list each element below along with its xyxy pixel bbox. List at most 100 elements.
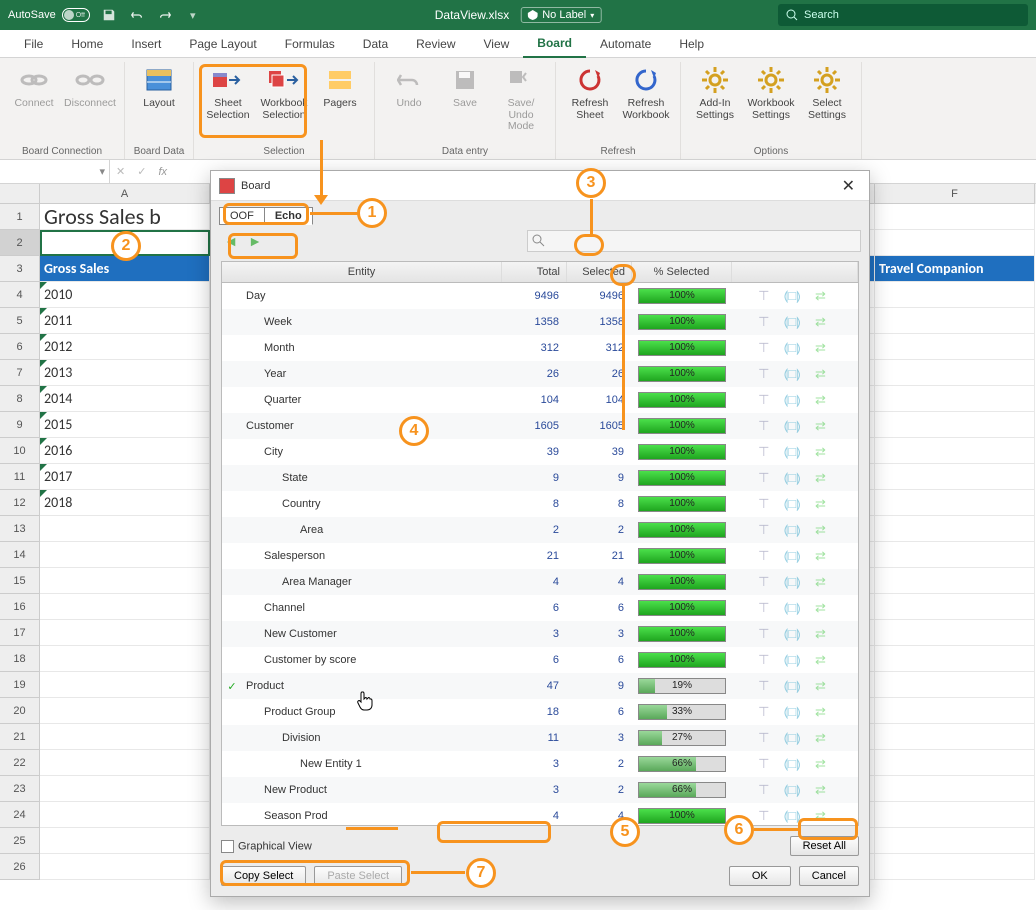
save-icon[interactable] bbox=[100, 6, 118, 24]
pin-icon[interactable]: ⊤ bbox=[758, 782, 769, 798]
cell-a14[interactable] bbox=[40, 542, 210, 568]
pin-icon[interactable]: ⊤ bbox=[758, 600, 769, 616]
sync-icon[interactable]: ⇄ bbox=[815, 678, 826, 694]
sync-icon[interactable]: ⇄ bbox=[815, 626, 826, 642]
sync-icon[interactable]: ⇄ bbox=[815, 782, 826, 798]
row-header-5[interactable]: 5 bbox=[0, 308, 40, 334]
entity-search[interactable] bbox=[527, 230, 861, 252]
entity-row-quarter[interactable]: Quarter104104100%⊤⟬□⟭⇄ bbox=[222, 387, 858, 413]
screen-icon[interactable]: ⟬□⟭ bbox=[783, 288, 800, 304]
row-header-17[interactable]: 17 bbox=[0, 620, 40, 646]
entity-row-customer-by-score[interactable]: Customer by score66100%⊤⟬□⟭⇄ bbox=[222, 647, 858, 673]
entity-row-area[interactable]: Area22100%⊤⟬□⟭⇄ bbox=[222, 517, 858, 543]
pin-icon[interactable]: ⊤ bbox=[758, 808, 769, 824]
entity-row-new-customer[interactable]: New Customer33100%⊤⟬□⟭⇄ bbox=[222, 621, 858, 647]
row-header-2[interactable]: 2 bbox=[0, 230, 40, 256]
sync-icon[interactable]: ⇄ bbox=[815, 444, 826, 460]
cell-a8[interactable]: 2014 bbox=[40, 386, 210, 412]
entity-row-product-group[interactable]: Product Group18633%⊤⟬□⟭⇄ bbox=[222, 699, 858, 725]
pin-icon[interactable]: ⊤ bbox=[758, 522, 769, 538]
tab-insert[interactable]: Insert bbox=[117, 30, 175, 58]
row-header-19[interactable]: 19 bbox=[0, 672, 40, 698]
entity-row-new-entity-1[interactable]: New Entity 13266%⊤⟬□⟭⇄ bbox=[222, 751, 858, 777]
row-header-25[interactable]: 25 bbox=[0, 828, 40, 854]
sync-icon[interactable]: ⇄ bbox=[815, 574, 826, 590]
screen-icon[interactable]: ⟬□⟭ bbox=[783, 600, 800, 616]
screen-icon[interactable]: ⟬□⟭ bbox=[783, 444, 800, 460]
screen-icon[interactable]: ⟬□⟭ bbox=[783, 496, 800, 512]
cell-a20[interactable] bbox=[40, 698, 210, 724]
fx-icon[interactable]: fx bbox=[152, 166, 173, 178]
undo-icon[interactable] bbox=[128, 6, 146, 24]
sync-icon[interactable]: ⇄ bbox=[815, 652, 826, 668]
pin-icon[interactable]: ⊤ bbox=[758, 366, 769, 382]
cell-a13[interactable] bbox=[40, 516, 210, 542]
tab-home[interactable]: Home bbox=[57, 30, 117, 58]
refresh-sheet-button[interactable]: RefreshSheet bbox=[562, 62, 618, 123]
cell-a22[interactable] bbox=[40, 750, 210, 776]
row-header-12[interactable]: 12 bbox=[0, 490, 40, 516]
cell-a12[interactable]: 2018 bbox=[40, 490, 210, 516]
sync-icon[interactable]: ⇄ bbox=[815, 392, 826, 408]
sync-icon[interactable]: ⇄ bbox=[815, 366, 826, 382]
ok-button[interactable]: OK bbox=[729, 866, 791, 886]
sheet-selection-button[interactable]: SheetSelection bbox=[200, 62, 256, 123]
tab-view[interactable]: View bbox=[470, 30, 524, 58]
entity-row-day[interactable]: Day94969496100%⊤⟬□⟭⇄ bbox=[222, 283, 858, 309]
model-tab-echo[interactable]: Echo bbox=[264, 207, 313, 225]
pin-icon[interactable]: ⊤ bbox=[758, 652, 769, 668]
entity-row-week[interactable]: Week13581358100%⊤⟬□⟭⇄ bbox=[222, 309, 858, 335]
row-header-10[interactable]: 10 bbox=[0, 438, 40, 464]
name-box[interactable]: ▾ bbox=[0, 160, 110, 183]
pin-icon[interactable]: ⊤ bbox=[758, 340, 769, 356]
entity-row-month[interactable]: Month312312100%⊤⟬□⟭⇄ bbox=[222, 335, 858, 361]
row-header-13[interactable]: 13 bbox=[0, 516, 40, 542]
sync-icon[interactable]: ⇄ bbox=[815, 418, 826, 434]
tab-help[interactable]: Help bbox=[665, 30, 718, 58]
cell-a17[interactable] bbox=[40, 620, 210, 646]
sync-icon[interactable]: ⇄ bbox=[815, 704, 826, 720]
cell-f3[interactable]: Travel Companion bbox=[875, 256, 1035, 282]
refresh-workbook-button[interactable]: RefreshWorkbook bbox=[618, 62, 674, 123]
pagers-button[interactable]: Pagers bbox=[312, 62, 368, 112]
screen-icon[interactable]: ⟬□⟭ bbox=[783, 340, 800, 356]
cell-a11[interactable]: 2017 bbox=[40, 464, 210, 490]
pin-icon[interactable]: ⊤ bbox=[758, 470, 769, 486]
cell-a10[interactable]: 2016 bbox=[40, 438, 210, 464]
sync-icon[interactable]: ⇄ bbox=[815, 340, 826, 356]
entity-row-division[interactable]: Division11327%⊤⟬□⟭⇄ bbox=[222, 725, 858, 751]
sync-icon[interactable]: ⇄ bbox=[815, 496, 826, 512]
row-header-23[interactable]: 23 bbox=[0, 776, 40, 802]
pin-icon[interactable]: ⊤ bbox=[758, 756, 769, 772]
row-header-14[interactable]: 14 bbox=[0, 542, 40, 568]
cell-a19[interactable] bbox=[40, 672, 210, 698]
tab-data[interactable]: Data bbox=[349, 30, 402, 58]
col-entity[interactable]: Entity bbox=[222, 262, 502, 282]
entity-row-channel[interactable]: Channel66100%⊤⟬□⟭⇄ bbox=[222, 595, 858, 621]
entity-row-year[interactable]: Year2626100%⊤⟬□⟭⇄ bbox=[222, 361, 858, 387]
sync-icon[interactable]: ⇄ bbox=[815, 548, 826, 564]
cell-a5[interactable]: 2011 bbox=[40, 308, 210, 334]
screen-icon[interactable]: ⟬□⟭ bbox=[783, 626, 800, 642]
row-header-18[interactable]: 18 bbox=[0, 646, 40, 672]
row-header-4[interactable]: 4 bbox=[0, 282, 40, 308]
screen-icon[interactable]: ⟬□⟭ bbox=[783, 704, 800, 720]
enter-icon[interactable]: ✓ bbox=[131, 165, 152, 178]
cell-a21[interactable] bbox=[40, 724, 210, 750]
screen-icon[interactable]: ⟬□⟭ bbox=[783, 314, 800, 330]
model-tab-oof[interactable]: OOF bbox=[219, 207, 265, 225]
screen-icon[interactable]: ⟬□⟭ bbox=[783, 548, 800, 564]
cell-a16[interactable] bbox=[40, 594, 210, 620]
screen-icon[interactable]: ⟬□⟭ bbox=[783, 574, 800, 590]
qat-dropdown-icon[interactable]: ▾ bbox=[184, 6, 202, 24]
cell-a25[interactable] bbox=[40, 828, 210, 854]
select-all-corner[interactable] bbox=[0, 184, 40, 204]
entity-row-customer[interactable]: Customer16051605100%⊤⟬□⟭⇄ bbox=[222, 413, 858, 439]
screen-icon[interactable]: ⟬□⟭ bbox=[783, 418, 800, 434]
row-header-7[interactable]: 7 bbox=[0, 360, 40, 386]
screen-icon[interactable]: ⟬□⟭ bbox=[783, 678, 800, 694]
pin-icon[interactable]: ⊤ bbox=[758, 626, 769, 642]
cancel-button[interactable]: Cancel bbox=[799, 866, 859, 886]
cell-a24[interactable] bbox=[40, 802, 210, 828]
tab-review[interactable]: Review bbox=[402, 30, 469, 58]
